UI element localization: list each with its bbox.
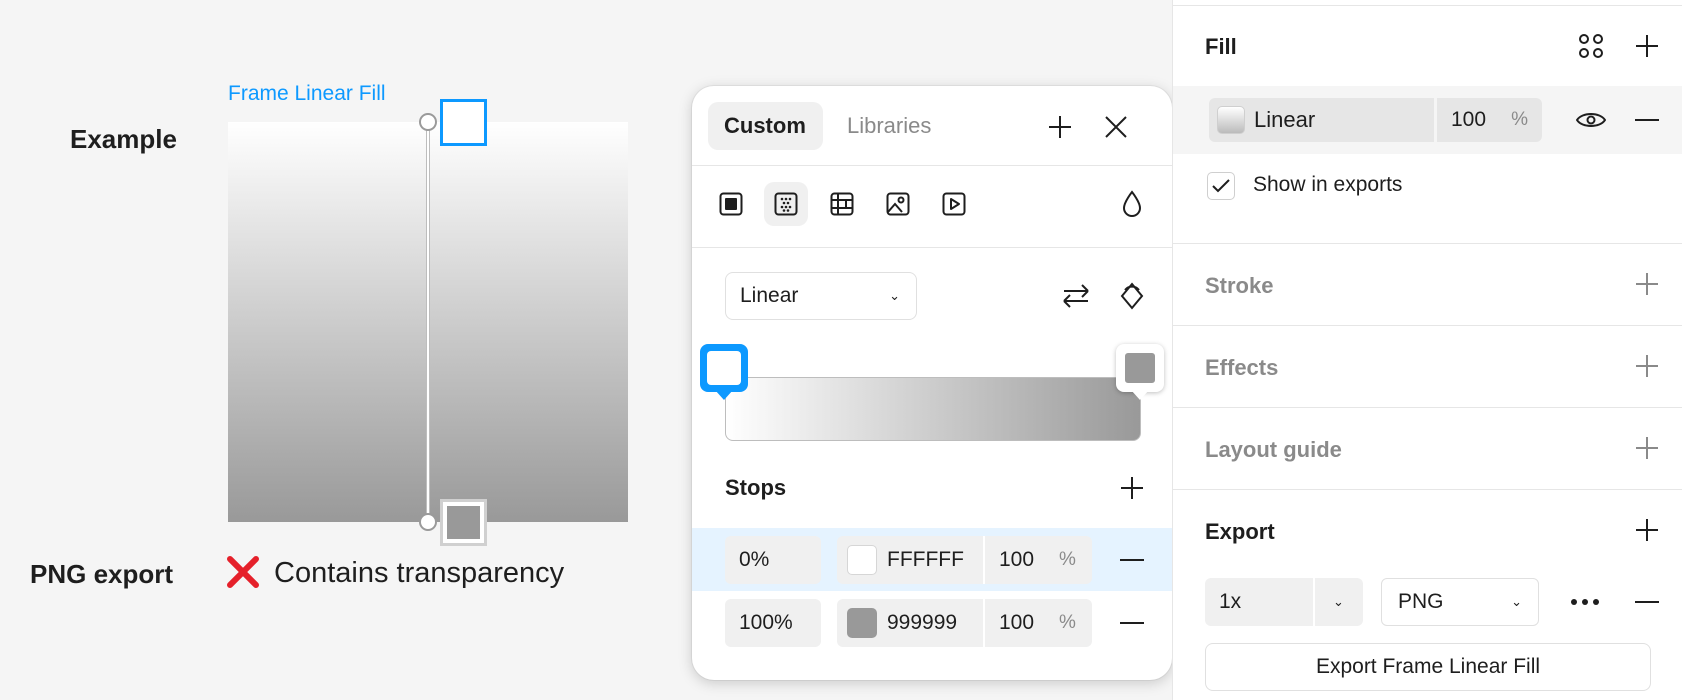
- show-in-exports-label[interactable]: Show in exports: [1253, 173, 1402, 197]
- effects-section-title: Effects: [1205, 355, 1279, 380]
- stop-row[interactable]: 100% 999999 100 %: [692, 591, 1172, 654]
- color-picker-popover: Custom Libraries Linear ⌄ Stops 0% FFFFF…: [692, 86, 1172, 680]
- section-divider: [1173, 5, 1682, 6]
- add-stop-plus-icon[interactable]: [1110, 466, 1154, 510]
- add-style-plus-icon[interactable]: [1038, 105, 1082, 149]
- stop-hex-value[interactable]: FFFFFF: [887, 536, 964, 584]
- styles-grid-icon[interactable]: [1569, 24, 1613, 68]
- section-divider: [1173, 325, 1682, 326]
- gradient-type-value: Linear: [740, 284, 799, 307]
- field-separator: [983, 536, 985, 584]
- stop-1-swatch: [1125, 353, 1155, 383]
- gradient-type-select[interactable]: Linear ⌄: [725, 272, 917, 320]
- field-separator: [983, 599, 985, 647]
- stop-opacity-value[interactable]: 100: [999, 599, 1034, 647]
- add-stroke-plus-icon[interactable]: [1625, 262, 1669, 306]
- remove-stop-minus-icon[interactable]: [1110, 601, 1154, 645]
- more-options-icon[interactable]: [1563, 580, 1607, 624]
- chevron-down-icon: ⌄: [889, 288, 900, 303]
- stroke-section-title: Stroke: [1205, 273, 1274, 298]
- percent-unit: %: [1059, 549, 1076, 570]
- layout-guide-section-title: Layout guide: [1205, 437, 1342, 462]
- chevron-down-icon: ⌄: [1511, 594, 1522, 609]
- stop-position-input[interactable]: 100%: [725, 599, 821, 647]
- section-divider: [1173, 407, 1682, 408]
- example-label: Example: [70, 124, 177, 154]
- blend-mode-drop-icon[interactable]: [1110, 182, 1154, 226]
- frame-name-label[interactable]: Frame Linear Fill: [228, 82, 386, 106]
- stop-position-input[interactable]: 0%: [725, 536, 821, 584]
- gradient-handle-line[interactable]: [427, 122, 429, 522]
- export-button[interactable]: Export Frame Linear Fill: [1205, 643, 1651, 691]
- end-stop-swatch: [447, 506, 480, 539]
- add-layout-guide-plus-icon[interactable]: [1625, 426, 1669, 470]
- picker-divider: [692, 165, 1172, 166]
- flip-gradient-icon[interactable]: [1054, 274, 1098, 318]
- remove-stop-minus-icon[interactable]: [1110, 538, 1154, 582]
- add-fill-plus-icon[interactable]: [1625, 24, 1669, 68]
- solid-fill-icon[interactable]: [709, 182, 753, 226]
- png-export-label: PNG export: [30, 559, 174, 589]
- stop-0-swatch: [707, 351, 741, 385]
- fill-opacity-input[interactable]: 100 %: [1437, 98, 1542, 142]
- gradient-fill-icon[interactable]: [764, 182, 808, 226]
- gradient-start-knob[interactable]: [419, 113, 437, 131]
- export-format-select[interactable]: PNG ⌄: [1381, 578, 1539, 626]
- gradient-stop-0-handle[interactable]: [700, 344, 748, 392]
- stop-color-field[interactable]: FFFFFF 100 %: [837, 536, 1092, 584]
- tab-libraries[interactable]: Libraries: [847, 102, 931, 150]
- add-export-plus-icon[interactable]: [1625, 508, 1669, 552]
- export-scale-value: 1x: [1219, 590, 1242, 613]
- stop-opacity-value[interactable]: 100: [999, 536, 1034, 584]
- stop-0-pointer: [715, 390, 733, 400]
- error-x-icon: [226, 555, 260, 589]
- eye-icon[interactable]: [1569, 98, 1613, 142]
- fill-type-label: Linear: [1254, 107, 1316, 132]
- remove-export-minus-icon[interactable]: [1625, 580, 1669, 624]
- video-fill-icon[interactable]: [932, 182, 976, 226]
- tab-custom[interactable]: Custom: [708, 102, 823, 150]
- percent-unit: %: [1511, 109, 1528, 130]
- stop-color-swatch[interactable]: [847, 545, 877, 575]
- image-fill-icon[interactable]: [876, 182, 920, 226]
- gradient-start-stop-handle[interactable]: [440, 99, 487, 146]
- export-scale-select[interactable]: 1x ⌄: [1205, 578, 1363, 626]
- export-section-title: Export: [1205, 519, 1275, 544]
- stop-row[interactable]: 0% FFFFFF 100 %: [692, 528, 1172, 591]
- fill-type-chip[interactable]: Linear: [1209, 98, 1434, 142]
- pattern-fill-icon[interactable]: [820, 182, 864, 226]
- gradient-end-knob[interactable]: [419, 513, 437, 531]
- fill-swatch[interactable]: [1217, 106, 1245, 134]
- close-icon[interactable]: [1094, 105, 1138, 149]
- section-divider: [1173, 489, 1682, 490]
- rotate-gradient-icon[interactable]: [1110, 274, 1154, 318]
- add-effect-plus-icon[interactable]: [1625, 344, 1669, 388]
- properties-panel: Fill Linear 100 % Show in exports Stroke…: [1172, 0, 1682, 700]
- gradient-preview-bar[interactable]: [725, 377, 1141, 441]
- show-in-exports-checkbox[interactable]: [1207, 172, 1235, 200]
- gradient-stop-1-handle[interactable]: [1116, 344, 1164, 392]
- percent-unit: %: [1059, 612, 1076, 633]
- chevron-down-icon[interactable]: ⌄: [1333, 578, 1344, 626]
- picker-divider: [692, 247, 1172, 248]
- stop-color-field[interactable]: 999999 100 %: [837, 599, 1092, 647]
- fill-opacity-value: 100: [1451, 108, 1487, 131]
- stop-1-pointer: [1131, 390, 1149, 400]
- section-divider: [1173, 243, 1682, 244]
- transparency-status-text: Contains transparency: [274, 557, 565, 589]
- export-format-value: PNG: [1398, 590, 1444, 613]
- gradient-end-stop-handle[interactable]: [440, 499, 487, 546]
- fill-section-title: Fill: [1205, 34, 1237, 59]
- fill-layer-row[interactable]: Linear 100 %: [1173, 86, 1682, 154]
- stop-hex-value[interactable]: 999999: [887, 599, 957, 647]
- stops-heading: Stops: [725, 475, 787, 500]
- remove-fill-minus-icon[interactable]: [1625, 98, 1669, 142]
- field-separator: [1313, 578, 1315, 626]
- stop-color-swatch[interactable]: [847, 608, 877, 638]
